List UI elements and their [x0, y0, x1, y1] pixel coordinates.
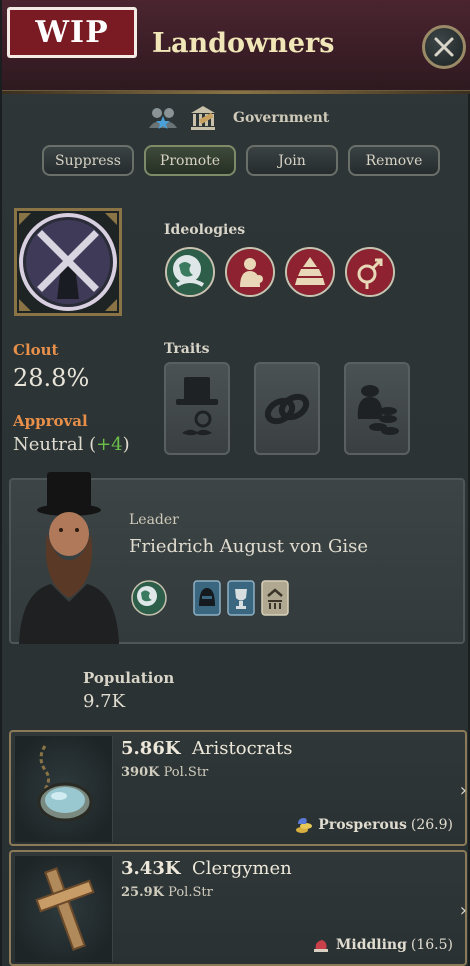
trait-card-rings[interactable]	[254, 362, 320, 455]
remove-button[interactable]: Remove	[348, 145, 440, 176]
trophy-icon[interactable]	[227, 580, 255, 616]
sol-value: (26.9)	[410, 817, 453, 833]
linked-rings-icon	[264, 393, 310, 424]
leader-card[interactable]: Leader Friedrich August von Gise	[9, 472, 465, 644]
pop-type: Clergymen	[191, 858, 292, 879]
population-value: 9.7K	[83, 691, 126, 712]
pop-headline: 5.86K Aristocrats	[121, 738, 293, 759]
pop-count: 5.86K	[121, 738, 181, 759]
pop-emblem	[15, 856, 113, 962]
trait-card-aristocrat[interactable]	[164, 362, 230, 455]
interest-group-panel: WIP Landowners Government Suppress Promo…	[0, 0, 470, 966]
panel-header: WIP Landowners	[2, 0, 470, 94]
approval-value: Neutral (+4)	[13, 434, 130, 455]
approval-label: Approval	[13, 412, 88, 430]
close-icon	[434, 37, 454, 57]
ideology-patriarch-icon[interactable]	[225, 247, 275, 297]
pop-card-aristocrats[interactable]: 5.86K Aristocrats 390K Pol.Str Prosperou…	[9, 730, 467, 846]
prosperous-coins-icon	[296, 818, 313, 833]
money-bag-coins-icon	[357, 384, 399, 435]
trait-card-wealth[interactable]	[344, 362, 410, 455]
pop-political-strength: 25.9K Pol.Str	[121, 885, 213, 900]
commander-helmet-icon[interactable]	[193, 580, 221, 616]
pop-count: 3.43K	[121, 858, 181, 879]
pop-standard-of-living: Prosperous (26.9)	[294, 816, 453, 834]
ideology-globe-icon[interactable]	[165, 247, 215, 297]
leader-attributes	[131, 580, 289, 616]
sol-value: (16.5)	[410, 937, 453, 953]
government-status-row: Government	[147, 102, 329, 134]
pop-political-strength: 390K Pol.Str	[121, 765, 208, 780]
pop-headline: 3.43K Clergymen	[121, 858, 292, 879]
government-icon[interactable]	[187, 102, 219, 134]
chevron-right-icon[interactable]: ›	[460, 900, 467, 921]
top-hat-monocle-icon	[176, 376, 218, 435]
suppress-button[interactable]: Suppress	[42, 145, 134, 176]
government-label: Government	[233, 110, 330, 126]
approval-delta-wrapper: (+4)	[89, 434, 130, 455]
join-button[interactable]: Join	[246, 145, 338, 176]
chevron-right-icon[interactable]: ›	[460, 780, 467, 801]
pop-card-clergymen[interactable]: 3.43K Clergymen 25.9K Pol.Str Middling (…	[9, 850, 467, 966]
interest-group-emblem	[14, 208, 122, 316]
sol-status: Prosperous	[318, 817, 407, 833]
wip-badge: WIP	[7, 7, 137, 58]
pol-str-label: Pol.Str	[163, 765, 209, 780]
wooden-cross-icon	[35, 867, 95, 951]
windmill-emblem-icon	[19, 213, 117, 311]
pop-emblem	[15, 736, 113, 842]
ideology-hierarchy-icon[interactable]	[285, 247, 335, 297]
approval-delta: +4	[96, 434, 123, 455]
clout-label: Clout	[13, 341, 59, 359]
ideologies-list	[165, 247, 395, 297]
pop-type: Aristocrats	[191, 738, 293, 759]
pol-str-value: 25.9K	[121, 885, 164, 900]
sol-status: Middling	[335, 937, 407, 953]
population-label: Population	[83, 669, 175, 687]
pol-str-value: 390K	[121, 765, 160, 780]
ideologies-title: Ideologies	[164, 222, 246, 238]
leader-label: Leader	[129, 512, 179, 528]
traits-list	[164, 362, 410, 455]
rank-chevron-icon[interactable]	[261, 580, 289, 616]
clout-value: 28.8%	[13, 364, 90, 392]
interest-group-people-icon[interactable]	[147, 102, 179, 134]
middling-hat-icon	[313, 940, 328, 952]
pol-str-label: Pol.Str	[168, 885, 213, 900]
close-button[interactable]	[422, 25, 466, 69]
action-buttons: Suppress Promote Join Remove	[42, 145, 440, 176]
leader-ideology-globe-icon[interactable]	[131, 580, 167, 616]
leader-name[interactable]: Friedrich August von Gise	[129, 536, 368, 557]
pop-standard-of-living: Middling (16.5)	[312, 936, 453, 954]
pocket-watch-icon	[37, 745, 93, 822]
traits-title: Traits	[164, 341, 210, 357]
promote-button[interactable]: Promote	[144, 145, 236, 176]
leader-portrait[interactable]	[11, 472, 129, 644]
panel-title: Landowners	[152, 28, 335, 59]
ideology-gender-icon[interactable]	[345, 247, 395, 297]
approval-state: Neutral	[13, 434, 84, 455]
